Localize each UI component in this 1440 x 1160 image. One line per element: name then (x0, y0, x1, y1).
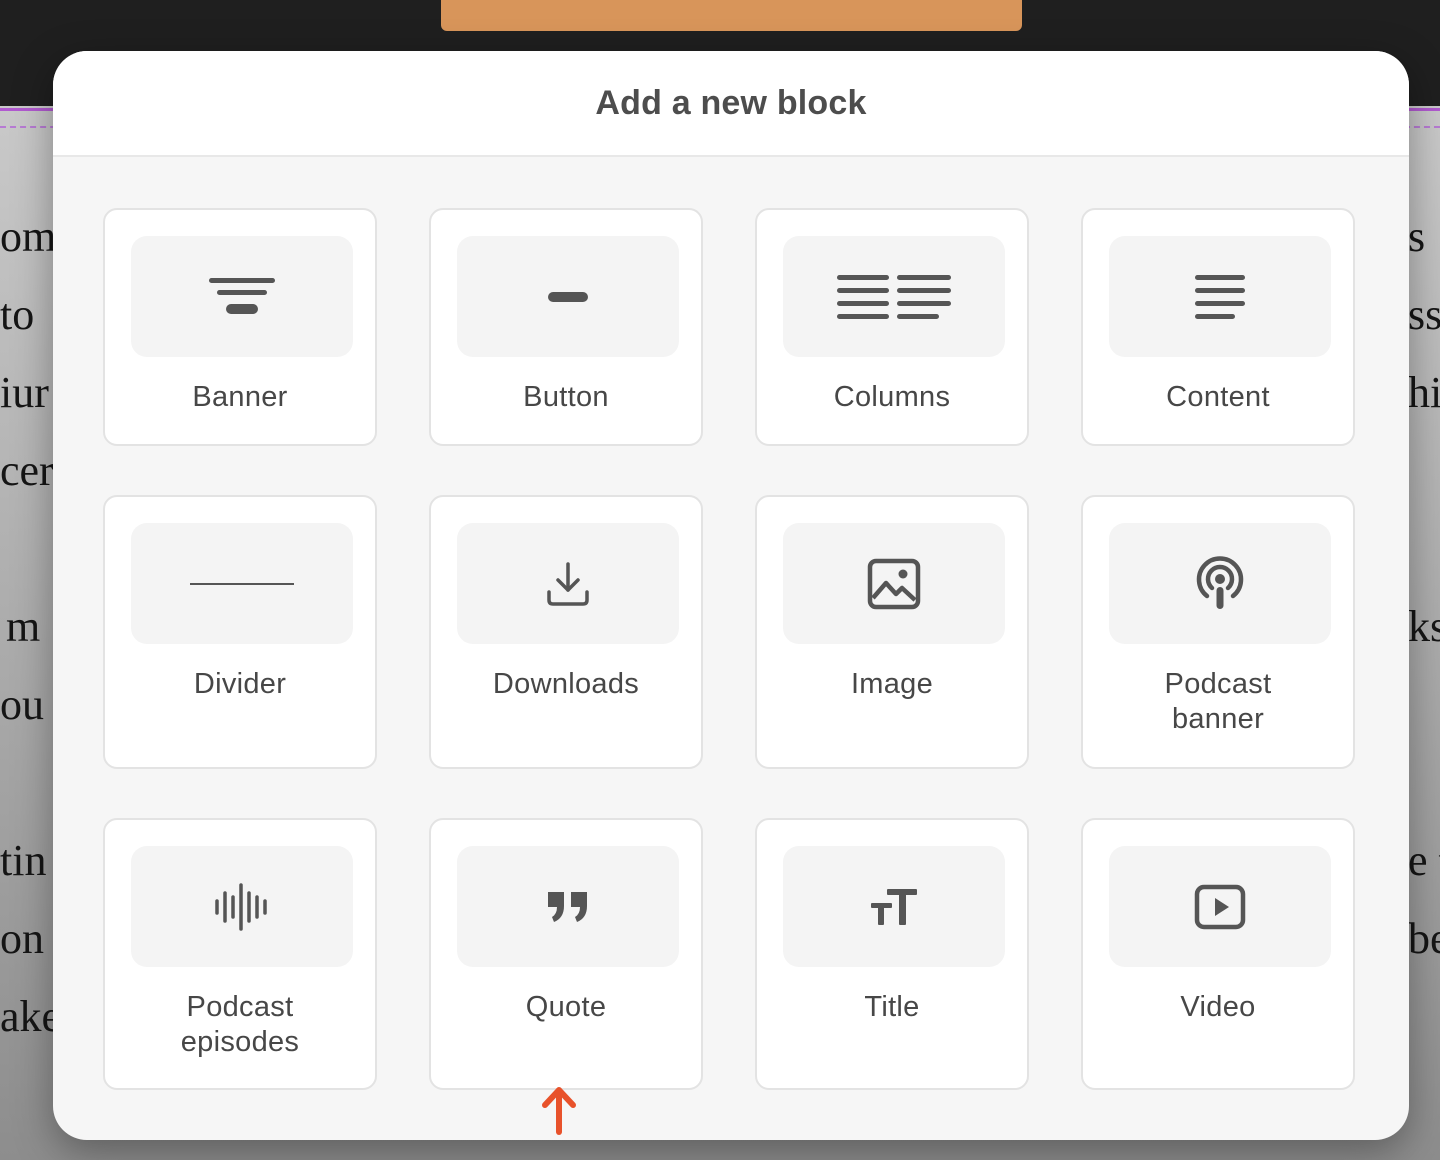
block-icon-box (131, 523, 353, 644)
block-option-divider[interactable]: Divider (103, 495, 377, 769)
top-accent-tab[interactable] (441, 0, 1022, 31)
block-label: Downloads (492, 668, 640, 700)
block-option-columns[interactable]: Columns (755, 208, 1029, 446)
block-label: Divider (193, 668, 287, 700)
block-icon-box (1109, 523, 1331, 644)
block-label: Video (1180, 991, 1256, 1023)
background-text: ou (0, 680, 44, 729)
columns-icon (837, 274, 951, 319)
block-label: Podcast episodes (180, 991, 300, 1058)
block-label: Columns (833, 381, 951, 413)
block-label: Title (864, 991, 920, 1023)
button-icon (548, 291, 588, 302)
audio-waveform-icon (215, 882, 267, 931)
block-icon-box (1109, 236, 1331, 357)
background-text: hi (1408, 368, 1440, 417)
banner-icon (209, 277, 275, 314)
up-arrow-annotation-icon (542, 1087, 576, 1135)
block-option-podcast-episodes[interactable]: Podcast episodes (103, 818, 377, 1090)
block-icon-box (783, 523, 1005, 644)
block-label: Quote (525, 991, 607, 1023)
play-video-icon (1194, 884, 1246, 929)
download-icon (547, 561, 589, 606)
block-icon-box (131, 236, 353, 357)
background-text: to (0, 290, 35, 339)
block-option-image[interactable]: Image (755, 495, 1029, 769)
background-text: be (1408, 914, 1440, 963)
podcast-icon (1196, 555, 1244, 609)
block-icon-box (1109, 846, 1331, 967)
block-option-button[interactable]: Button (429, 208, 703, 446)
block-icon-box (457, 236, 679, 357)
block-icon-box (457, 846, 679, 967)
background-text: ss (1408, 290, 1440, 339)
content-icon (1195, 274, 1245, 319)
background-text: cer (0, 446, 54, 495)
quote-icon (548, 891, 587, 922)
block-icon-box (783, 236, 1005, 357)
block-option-title[interactable]: Title (755, 818, 1029, 1090)
background-text: iur (0, 368, 49, 417)
background-text: s (1408, 212, 1426, 261)
divider-icon (190, 582, 294, 585)
block-label: Button (523, 381, 609, 413)
block-label: Image (850, 668, 934, 700)
block-option-quote[interactable]: Quote (429, 818, 703, 1090)
text-size-icon (871, 888, 917, 925)
block-icon-box (457, 523, 679, 644)
block-label: Content (1166, 381, 1270, 413)
block-label: Banner (192, 381, 288, 413)
modal-header: Add a new block (53, 51, 1409, 157)
background-text: om (0, 212, 57, 261)
background-text: ake (0, 992, 62, 1041)
background-text: ks (1408, 602, 1440, 651)
background-text: tin (0, 836, 47, 885)
block-option-banner[interactable]: Banner (103, 208, 377, 446)
block-option-downloads[interactable]: Downloads (429, 495, 703, 769)
background-text: e t (1408, 836, 1440, 885)
background-text: m (6, 602, 41, 651)
block-label: Podcast banner (1164, 668, 1272, 735)
block-option-video[interactable]: Video (1081, 818, 1355, 1090)
add-block-modal: Add a new block Banner Button Columns Co… (53, 51, 1409, 1140)
block-option-content[interactable]: Content (1081, 208, 1355, 446)
image-icon (867, 558, 921, 609)
modal-title: Add a new block (595, 83, 867, 122)
block-icon-box (783, 846, 1005, 967)
block-option-podcast-banner[interactable]: Podcast banner (1081, 495, 1355, 769)
block-icon-box (131, 846, 353, 967)
